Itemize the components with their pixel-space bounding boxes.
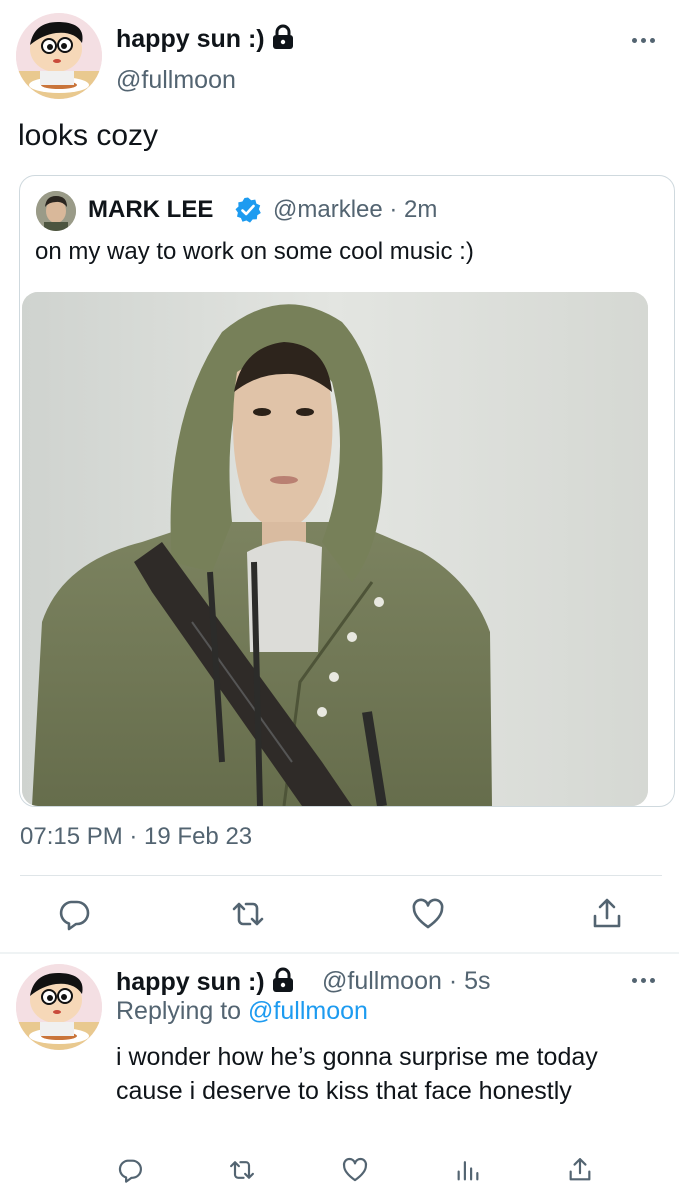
replying-to-handle-link[interactable]: @fullmoon — [248, 997, 368, 1025]
like-icon[interactable] — [341, 1156, 369, 1184]
share-icon[interactable] — [589, 896, 625, 932]
views-icon[interactable] — [454, 1156, 482, 1184]
more-icon[interactable] — [630, 976, 660, 986]
like-icon[interactable] — [410, 896, 446, 932]
main-handle[interactable]: @fullmoon — [116, 66, 236, 95]
tweet-timestamp[interactable]: 07:15 PM · 19 Feb 23 — [20, 823, 252, 851]
main-avatar[interactable] — [16, 13, 102, 99]
reply-display-name[interactable]: happy sun :) — [116, 967, 295, 997]
reply-avatar[interactable] — [16, 964, 102, 1050]
quoted-avatar[interactable] — [36, 191, 76, 231]
quoted-tweet-card[interactable]: MARK LEE @marklee · 2m on my way to work… — [19, 175, 675, 807]
main-tweet-text: looks cozy — [18, 119, 159, 152]
reply-display-name-text[interactable]: happy sun :) — [116, 968, 265, 996]
replying-to: Replying to @fullmoon — [116, 997, 368, 1026]
more-icon[interactable] — [630, 36, 660, 46]
replying-to-label: Replying to — [116, 997, 242, 1025]
quoted-handle-time[interactable]: @marklee · 2m — [273, 196, 437, 224]
reply-icon[interactable] — [116, 1156, 144, 1184]
share-icon[interactable] — [566, 1156, 594, 1184]
quoted-tweet-text: on my way to work on some cool music :) — [35, 238, 474, 265]
reply-tweet-text: i wonder how he’s gonna surprise me toda… — [116, 1043, 598, 1105]
main-display-name[interactable]: happy sun :) — [116, 24, 295, 54]
main-display-name-text[interactable]: happy sun :) — [116, 25, 265, 53]
retweet-icon[interactable] — [230, 896, 266, 932]
section-divider — [0, 952, 679, 954]
quoted-tweet-photo[interactable] — [22, 292, 648, 806]
divider — [20, 875, 662, 876]
reply-handle-time[interactable]: @fullmoon · 5s — [322, 967, 491, 996]
quoted-display-name[interactable]: MARK LEE — [88, 196, 213, 224]
retweet-icon[interactable] — [228, 1156, 256, 1184]
lock-icon — [272, 967, 293, 992]
reply-icon[interactable] — [56, 896, 92, 932]
verified-badge-icon — [235, 197, 261, 223]
lock-icon — [272, 24, 293, 49]
